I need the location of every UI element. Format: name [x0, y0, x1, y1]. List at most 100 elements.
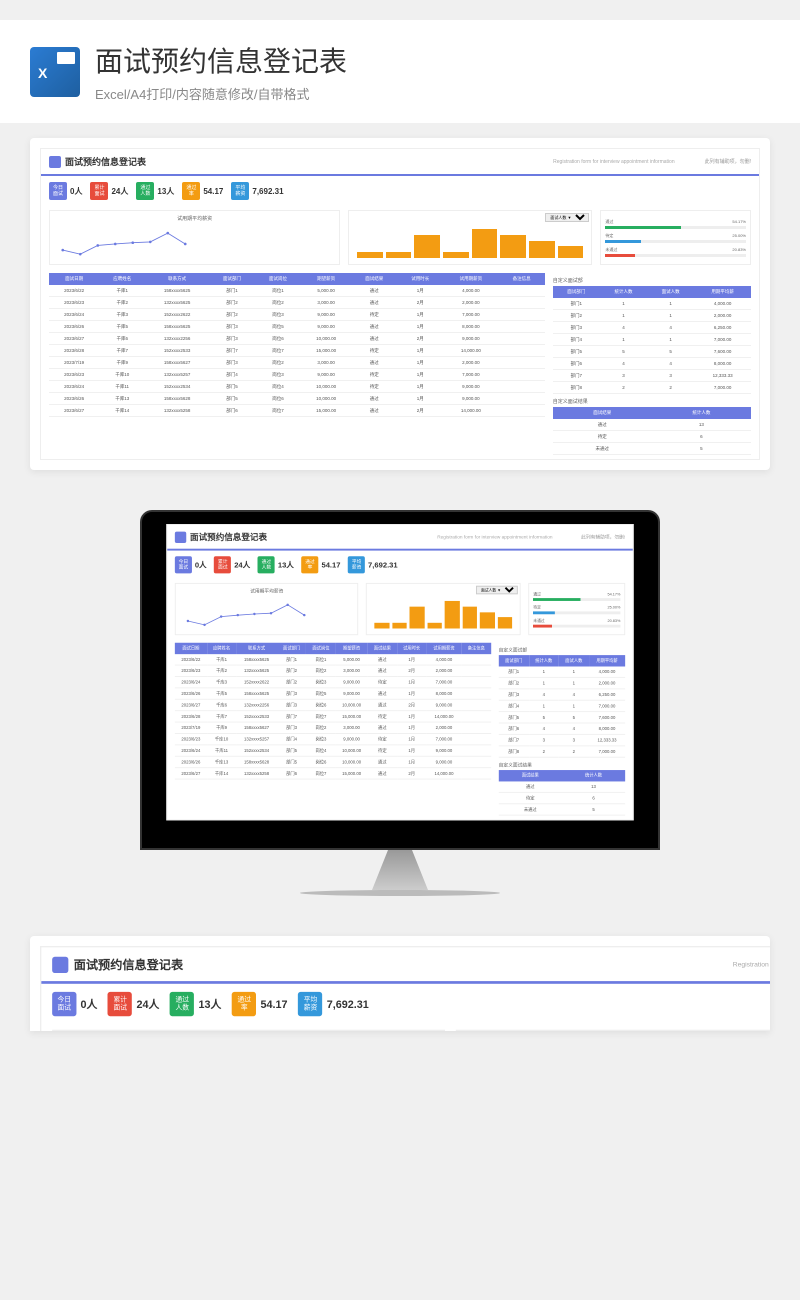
- cell: 7,000.00: [589, 746, 625, 757]
- helper-note: 此列有辅助项，勿删!: [705, 158, 751, 165]
- cell: 158xxxx5625: [236, 688, 277, 699]
- cell: [462, 699, 491, 710]
- line-chart: 试用期平均薪资: [175, 583, 359, 635]
- kpi-label: 累计面试: [108, 992, 132, 1016]
- cell: 5: [647, 346, 694, 358]
- kpi-1: 累计面试24人: [108, 992, 159, 1016]
- col-header: 期望薪资: [336, 643, 368, 654]
- col-header: 面试岗位: [255, 273, 301, 285]
- cell: 岗位7: [306, 711, 335, 722]
- table-row: 2023/6/23千库10132xxxx5257部门4岗位39,000.00待定…: [175, 733, 491, 744]
- bar: [375, 623, 390, 629]
- cell: 5: [529, 712, 559, 723]
- cell: 2023/6/24: [49, 309, 99, 321]
- cell: 5,000.00: [336, 654, 368, 665]
- cell: 132xxxx2256: [145, 333, 209, 345]
- preview-zoom: 面试预约信息登记表Registration form for interview…: [30, 936, 770, 1031]
- cell: 9,000.00: [336, 676, 368, 687]
- table-row: 部门73312,333.33: [499, 734, 625, 745]
- col-header: 面试部门: [209, 273, 255, 285]
- kpi-0: 今日面试0人: [52, 992, 97, 1016]
- kpi-value: 54.17: [203, 187, 223, 196]
- cell: 部门5: [277, 756, 306, 767]
- col-header: 面试部门: [277, 643, 306, 654]
- cell: 待定: [368, 745, 397, 756]
- cell: 通过: [351, 393, 397, 405]
- cell: 千库10: [207, 733, 236, 744]
- cell: 千库5: [99, 321, 145, 333]
- cell: 15,000.00: [336, 768, 368, 779]
- kpi-3: 通过率54.17: [182, 182, 223, 200]
- cell: 9,000.00: [426, 745, 461, 756]
- cell: 岗位4: [255, 381, 301, 393]
- cell: 8,000.00: [426, 688, 461, 699]
- cell: 9,000.00: [443, 381, 498, 393]
- cell: 1月: [397, 285, 443, 297]
- col-header: 统计人数: [562, 770, 625, 781]
- cell: 6: [562, 792, 625, 803]
- cell: 4: [559, 689, 589, 700]
- cell: 1: [529, 677, 559, 688]
- monitor-base: [300, 890, 500, 896]
- cell: 2月: [397, 768, 426, 779]
- bar-chart: 面试人数 ▼: [348, 210, 592, 265]
- cell: 1: [559, 667, 589, 678]
- cell: [462, 665, 491, 676]
- chart-dropdown[interactable]: 面试人数 ▼: [476, 586, 518, 595]
- cell: 部门4: [499, 700, 529, 711]
- cell: 2,000.00: [426, 665, 461, 676]
- cell: 千库3: [99, 309, 145, 321]
- kpi-3: 通过率54.17: [301, 556, 340, 573]
- kpi-label: 平均薪资: [231, 182, 249, 200]
- col-header: 面试结果: [351, 273, 397, 285]
- cell: 2023/6/24: [175, 745, 207, 756]
- cell: 10,000.00: [336, 699, 368, 710]
- cell: 部门5: [499, 712, 529, 723]
- cell: 1月: [397, 711, 426, 722]
- cell: 2023/6/27: [175, 699, 207, 710]
- cell: 7,600.00: [694, 346, 751, 358]
- cell: 2023/6/22: [175, 654, 207, 665]
- cell: 千库13: [99, 393, 145, 405]
- cell: 6: [652, 431, 751, 443]
- table-row: 2023/6/27千库14132xxxx5258部门6岗位715,000.00通…: [49, 405, 545, 417]
- cell: 千库6: [207, 699, 236, 710]
- kpi-4: 平均薪资7,692.31: [298, 992, 368, 1016]
- table-row: 2023/6/28千库7152xxxx2533部门7岗位715,000.00待定…: [175, 711, 491, 722]
- cell: 1月: [397, 381, 443, 393]
- bar: [392, 623, 407, 629]
- kpi-label: 通过率: [182, 182, 200, 200]
- table-row: 待定6: [499, 792, 625, 803]
- bar: [445, 601, 460, 629]
- cell: 152xxxx2622: [236, 676, 277, 687]
- cell: 部门2: [499, 677, 529, 688]
- table-row: 部门6448,000.00: [553, 358, 751, 370]
- cell: 部门7: [277, 711, 306, 722]
- cell: 2023/6/23: [175, 733, 207, 744]
- prog-value: 20.83%: [608, 618, 621, 624]
- cell: 4,000.00: [443, 285, 498, 297]
- cell: 14,000.00: [443, 405, 498, 417]
- cell: 1月: [397, 745, 426, 756]
- cell: 待定: [351, 309, 397, 321]
- cell: [499, 381, 545, 393]
- table-row: 2023/7/19千库9158xxxx5627部门3岗位23,000.00通过1…: [49, 357, 545, 369]
- col-header: 面试部门: [553, 286, 600, 298]
- main-table: 面试日期应聘姓名联系方式面试部门面试岗位期望薪资面试结果试用时长试用期薪资备注信…: [175, 643, 491, 816]
- table-row: 2023/6/26千库5158xxxx5625部门3岗位59,000.00通过1…: [49, 321, 545, 333]
- cell: 部门3: [277, 699, 306, 710]
- kpi-0: 今日面试0人: [49, 182, 82, 200]
- prog-value: 54.17%: [608, 591, 621, 597]
- col-header: 统计人数: [600, 286, 647, 298]
- cell: 部门6: [499, 723, 529, 734]
- cell: 部门8: [553, 382, 600, 394]
- sheet-subtitle: Registration form for interview appointm…: [733, 960, 770, 968]
- cell: 部门1: [499, 667, 529, 678]
- side-table-2: 面试结果统计人数通过13待定6未通过5: [499, 770, 625, 816]
- cell: 1月: [397, 357, 443, 369]
- cell: 3: [529, 734, 559, 745]
- chart-dropdown[interactable]: 面试人数 ▼: [545, 213, 589, 222]
- table-row: 2023/6/27千库6132xxxx2256部门3岗位610,000.00通过…: [175, 699, 491, 710]
- table-row: 部门2112,000.00: [553, 310, 751, 322]
- table-row: 部门5557,600.00: [499, 712, 625, 723]
